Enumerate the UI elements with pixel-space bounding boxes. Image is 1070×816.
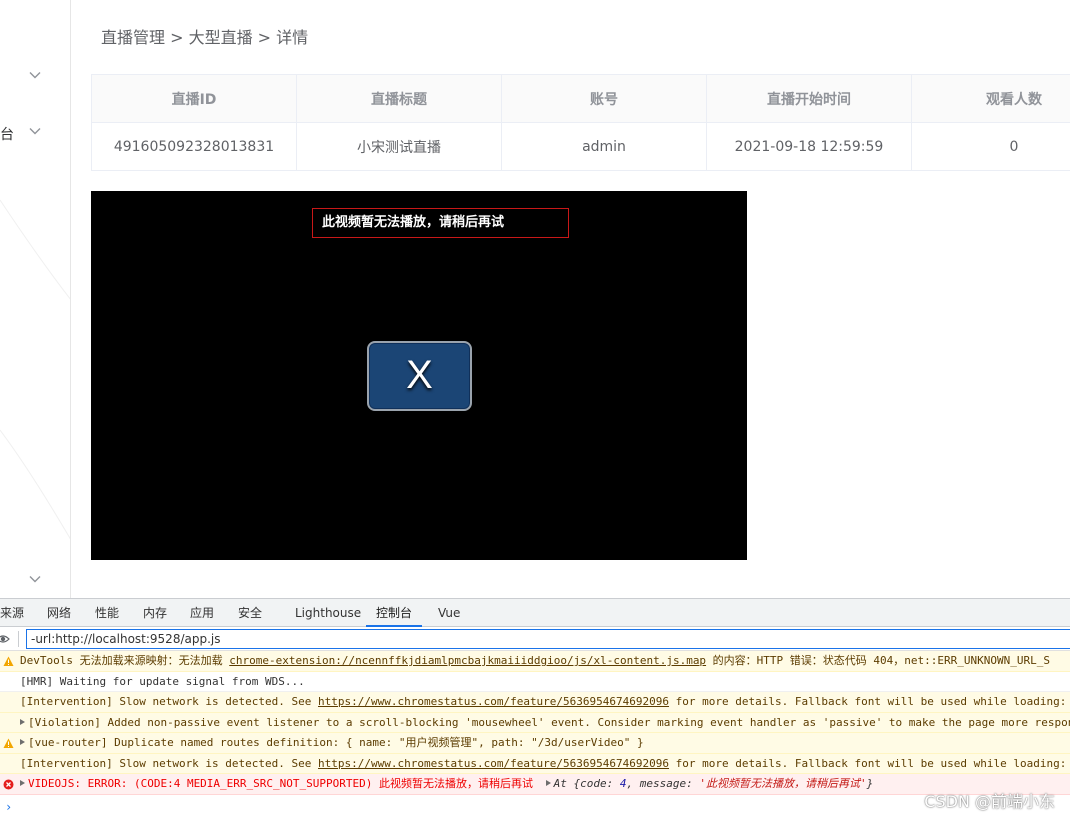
eye-icon[interactable] xyxy=(0,632,10,646)
warning-icon xyxy=(3,738,14,748)
console-message-intervention[interactable]: [Intervention] Slow network is detected.… xyxy=(0,753,1070,774)
column-header: 观看人数 xyxy=(911,74,1070,123)
sidebar: 台 xyxy=(0,0,71,598)
sidebar-background-decoration xyxy=(0,199,70,540)
console-message-info[interactable]: [HMR] Waiting for update signal from WDS… xyxy=(0,672,1070,692)
video-player[interactable]: 此视频暂无法播放，请稍后再试 X xyxy=(91,191,747,560)
detail-text: } xyxy=(866,777,874,790)
table-cell: admin xyxy=(501,122,707,171)
tab-network[interactable]: 网络 xyxy=(47,599,71,627)
message-link[interactable]: https://www.chromestatus.com/feature/563… xyxy=(318,695,669,708)
message-text: 的内容：HTTP 错误：状态代码 404，net::ERR_UNKNOWN_UR… xyxy=(706,654,1050,667)
console-message-warning[interactable]: [vue-router] Duplicate named routes defi… xyxy=(0,733,1070,754)
table-cell: 0 xyxy=(911,122,1070,171)
table-cell: 491605092328013831 xyxy=(91,122,297,171)
message-text: for more details. Fallback font will be … xyxy=(669,756,1070,770)
console-prompt-line[interactable]: › xyxy=(0,795,1070,816)
detail-text: At {code: xyxy=(553,777,620,790)
message-text: [Intervention] Slow network is detected.… xyxy=(20,695,319,708)
tab-memory[interactable]: 内存 xyxy=(143,599,167,627)
message-text: VIDEOJS: ERROR: (CODE:4 MEDIA_ERR_SRC_NO… xyxy=(28,777,533,790)
table-cell: 2021-09-18 12:59:59 xyxy=(706,122,912,171)
table-cell: 小宋测试直播 xyxy=(296,122,502,171)
sidebar-item-label[interactable]: 台 xyxy=(0,124,14,144)
tab-sources[interactable]: 来源 xyxy=(0,599,24,627)
tab-vue[interactable]: Vue xyxy=(438,599,460,627)
column-header: 直播开始时间 xyxy=(706,74,912,123)
message-text: DevTools 无法加载来源映射：无法加载 xyxy=(20,654,230,667)
devtools-tab-bar: 来源 网络 性能 内存 应用 安全 Lighthouse 控制台 Vue xyxy=(0,599,1070,627)
video-error-message: 此视频暂无法播放，请稍后再试 xyxy=(312,208,569,238)
expand-triangle-icon[interactable] xyxy=(20,780,25,786)
tab-security[interactable]: 安全 xyxy=(238,599,262,627)
console-message-violation[interactable]: [Violation] Added non-passive event list… xyxy=(0,712,1070,733)
devtools-panel: 来源 网络 性能 内存 应用 安全 Lighthouse 控制台 Vue -ur… xyxy=(0,598,1070,816)
error-icon xyxy=(3,779,14,790)
expand-triangle-icon[interactable] xyxy=(20,718,25,725)
tab-lighthouse[interactable]: Lighthouse xyxy=(295,599,361,627)
expand-triangle-icon[interactable] xyxy=(545,780,551,786)
tab-application[interactable]: 应用 xyxy=(190,599,214,627)
detail-text: , message: xyxy=(626,777,700,790)
detail-table: 直播ID 直播标题 账号 直播开始时间 观看人数 491605092328013… xyxy=(91,74,1070,171)
console-prompt-icon: › xyxy=(5,799,13,814)
warning-icon xyxy=(3,656,14,666)
detail-message: '此视频暂无法播放，请稍后再试' xyxy=(699,777,867,790)
message-text: [HMR] Waiting for update signal from WDS… xyxy=(20,674,305,688)
video-error-close-button[interactable]: X xyxy=(367,341,472,411)
table-header-row: 直播ID 直播标题 账号 直播开始时间 观看人数 xyxy=(91,74,1070,123)
table-row: 491605092328013831 小宋测试直播 admin 2021-09-… xyxy=(91,122,1070,171)
console-message-intervention[interactable]: [Intervention] Slow network is detected.… xyxy=(0,692,1070,713)
message-text: [vue-router] Duplicate named routes defi… xyxy=(28,736,644,749)
chevron-down-icon[interactable] xyxy=(28,124,42,138)
message-text: for more details. Fallback font will be … xyxy=(669,695,1070,708)
page: 台 直播管理 > 大型直播 > 详情 直播ID 直播标题 账号 直播开始时间 观… xyxy=(0,0,1070,816)
column-header: 直播ID xyxy=(91,74,297,123)
console-filter-input[interactable] xyxy=(26,629,1070,649)
console-message-warning[interactable]: DevTools 无法加载来源映射：无法加载 chrome-extension:… xyxy=(0,651,1070,672)
chevron-down-icon[interactable] xyxy=(28,572,42,586)
console-filter-bar xyxy=(0,627,1070,651)
message-text: [Violation] Added non-passive event list… xyxy=(28,715,1070,729)
message-link[interactable]: https://www.chromestatus.com/feature/563… xyxy=(318,757,669,770)
breadcrumb[interactable]: 直播管理 > 大型直播 > 详情 xyxy=(101,24,308,48)
column-header: 账号 xyxy=(501,74,707,123)
column-header: 直播标题 xyxy=(296,74,502,123)
tab-console[interactable]: 控制台 xyxy=(366,599,423,627)
message-link[interactable]: chrome-extension://ncennffkjdiamlpmcbajk… xyxy=(229,654,706,667)
message-text: [Intervention] Slow network is detected.… xyxy=(20,756,319,770)
chevron-down-icon[interactable] xyxy=(28,68,42,82)
watermark: CSDN @前端小东 xyxy=(924,792,1055,811)
expand-triangle-icon[interactable] xyxy=(20,739,25,745)
tab-performance[interactable]: 性能 xyxy=(95,599,119,627)
console-messages: DevTools 无法加载来源映射：无法加载 chrome-extension:… xyxy=(0,651,1070,815)
error-detail-object[interactable]: At {code: 4, message: '此视频暂无法播放，请稍后再试'} xyxy=(554,777,874,790)
filter-divider xyxy=(18,631,19,647)
console-message-error[interactable]: VIDEOJS: ERROR: (CODE:4 MEDIA_ERR_SRC_NO… xyxy=(0,774,1070,795)
